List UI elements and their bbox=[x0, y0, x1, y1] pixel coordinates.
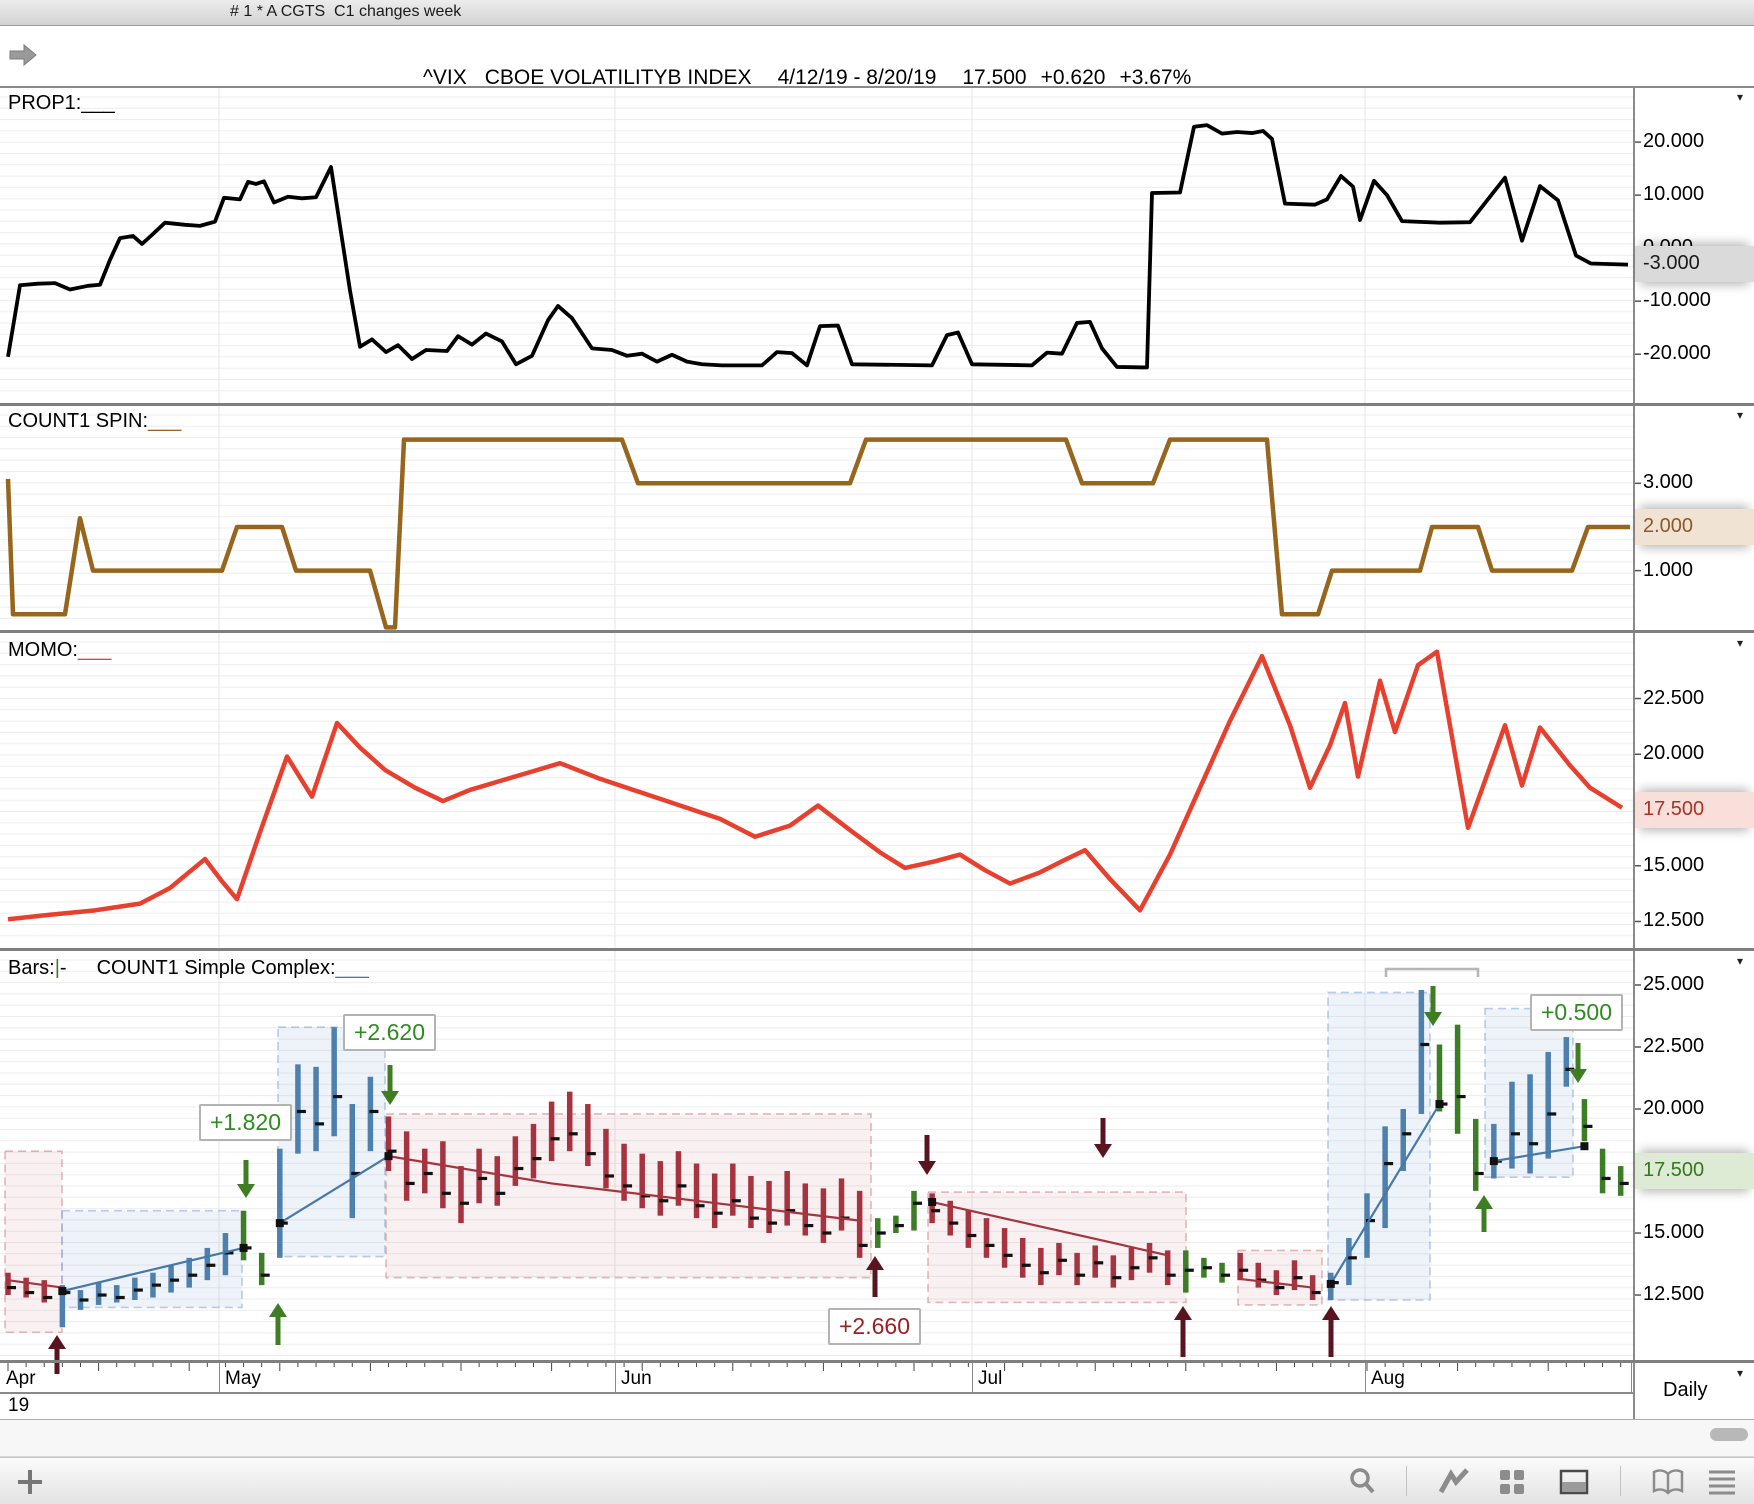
month-separator bbox=[219, 1363, 220, 1392]
panel-label-4: Bars:|- COUNT1 Simple Complex:___ bbox=[8, 957, 369, 980]
axis-tick-label: 20.000 bbox=[1643, 742, 1705, 765]
grid-view-icon[interactable] bbox=[1494, 1464, 1530, 1500]
instrument-header: ^VIX CBOE VOLATILITYB INDEX 4/12/19 - 8/20… bbox=[0, 26, 1754, 89]
panel-divider[interactable] bbox=[0, 403, 1754, 406]
timeframe-label: Daily bbox=[1663, 1379, 1708, 1401]
axis-tick-label: 25.000 bbox=[1643, 972, 1705, 995]
panel-label-text: - bbox=[59, 957, 67, 979]
panel1-dropdown-icon[interactable]: ▾ bbox=[1737, 90, 1743, 104]
axis-highlight-value: 17.500 bbox=[1635, 1153, 1754, 1189]
month-separator bbox=[1365, 1363, 1366, 1392]
date-range: 4/12/19 - 8/20/19 bbox=[777, 66, 937, 89]
price-change-pct: +3.67% bbox=[1119, 66, 1192, 89]
window-title-bar: # 1 * A CGTS C1 changes week bbox=[0, 0, 1754, 26]
month-label: Jun bbox=[621, 1368, 652, 1389]
panel-label-text: ___ bbox=[335, 957, 369, 979]
month-separator bbox=[1631, 1363, 1632, 1392]
axis-tick-label: 12.500 bbox=[1643, 1283, 1705, 1306]
instrument-name: CBOE VOLATILITYB INDEX bbox=[484, 66, 752, 89]
panel-label-text: COUNT1 SPIN: bbox=[8, 410, 149, 432]
signal-annotation: +0.500 bbox=[1530, 994, 1623, 1031]
toolbar-divider bbox=[1620, 1466, 1621, 1496]
month-label: Jul bbox=[978, 1368, 1003, 1389]
axis-tick-label: -10.000 bbox=[1643, 289, 1711, 312]
month-label: Aug bbox=[1371, 1368, 1405, 1389]
panel2-dropdown-icon[interactable]: ▾ bbox=[1737, 408, 1743, 422]
axis-highlight-value: 2.000 bbox=[1635, 508, 1754, 545]
panel-divider[interactable] bbox=[0, 948, 1754, 951]
window-title: # 1 * A CGTS C1 changes week bbox=[230, 3, 462, 20]
axis-highlight-label: -3.000 bbox=[1643, 252, 1700, 275]
chart-plot bbox=[0, 88, 1641, 1374]
symbol: ^VIX bbox=[423, 66, 467, 89]
search-icon[interactable] bbox=[1344, 1464, 1380, 1500]
axis-highlight-label: 2.000 bbox=[1643, 514, 1694, 537]
price-axis-line bbox=[1633, 88, 1635, 1419]
list-icon[interactable] bbox=[1704, 1464, 1740, 1500]
axis-tick-label: 12.500 bbox=[1643, 909, 1705, 932]
app-window: # 1 * A CGTS C1 changes week ^VIX CBOE VO… bbox=[0, 0, 1754, 1504]
axis-highlight-value: -3.000 bbox=[1635, 246, 1754, 283]
panel-divider[interactable] bbox=[0, 630, 1754, 633]
panel-label-text: Bars: bbox=[8, 957, 55, 979]
panel-label-3: MOMO:___ bbox=[8, 639, 111, 662]
bottom-toolbar bbox=[0, 1457, 1754, 1504]
axis-tick-label: 10.000 bbox=[1643, 183, 1705, 206]
toolbar-divider bbox=[1406, 1466, 1407, 1496]
panel-label-2: COUNT1 SPIN:___ bbox=[8, 410, 181, 433]
signal-annotation: +2.660 bbox=[828, 1308, 921, 1345]
axis-tick-label: 1.000 bbox=[1643, 558, 1694, 581]
axis-highlight-label: 17.500 bbox=[1643, 798, 1705, 820]
instrument-summary: ^VIX CBOE VOLATILITYB INDEX 4/12/19 - 8/20… bbox=[388, 42, 1205, 114]
signal-annotation: +2.620 bbox=[343, 1014, 436, 1051]
axis-tick-label: 20.000 bbox=[1643, 130, 1705, 153]
signal-annotation: +1.820 bbox=[199, 1104, 292, 1141]
panel-label-text: ___ bbox=[81, 92, 115, 114]
axis-tick-label: 15.000 bbox=[1643, 1221, 1705, 1244]
scroll-strip bbox=[0, 1420, 1754, 1457]
panel-divider bbox=[0, 1360, 1754, 1363]
scrollbar-thumb[interactable] bbox=[1710, 1428, 1748, 1441]
month-separator bbox=[615, 1363, 616, 1392]
axis-tick-label: 15.000 bbox=[1643, 853, 1705, 876]
axis-tick-label: 22.500 bbox=[1643, 1034, 1705, 1057]
last-price: 17.500 bbox=[962, 66, 1027, 89]
zigzag-chart-icon[interactable] bbox=[1436, 1464, 1472, 1500]
add-plus-icon[interactable] bbox=[12, 1464, 48, 1500]
book-icon[interactable] bbox=[1650, 1464, 1686, 1500]
forward-arrow-icon[interactable] bbox=[8, 40, 38, 70]
panel3-dropdown-icon[interactable]: ▾ bbox=[1737, 636, 1743, 650]
axis-tick-label: 22.500 bbox=[1643, 686, 1705, 709]
split-view-icon[interactable] bbox=[1556, 1464, 1592, 1500]
axis-tick-label: -20.000 bbox=[1643, 342, 1711, 365]
axis-tick-label: 20.000 bbox=[1643, 1097, 1705, 1119]
panel-label-text: MOMO: bbox=[8, 639, 78, 661]
year-label: 19 bbox=[8, 1395, 30, 1416]
axis-tick-label: 3.000 bbox=[1643, 471, 1694, 494]
axis-highlight-label: 17.500 bbox=[1643, 1159, 1705, 1181]
panel4-dropdown-icon[interactable]: ▾ bbox=[1737, 954, 1743, 968]
axis-highlight-value: 17.500 bbox=[1635, 792, 1754, 828]
timeframe-dropdown-icon[interactable]: ▾ bbox=[1737, 1366, 1743, 1380]
month-separator bbox=[972, 1363, 973, 1392]
month-label: May bbox=[225, 1368, 261, 1389]
panel-label-text: PROP1: bbox=[8, 92, 82, 114]
month-label: Apr bbox=[6, 1368, 36, 1389]
panel-label-text: ___ bbox=[148, 410, 182, 432]
panel-label-1: PROP1:___ bbox=[8, 92, 115, 115]
price-change: +0.620 bbox=[1040, 66, 1106, 89]
panel-label-text: COUNT1 Simple Complex: bbox=[96, 957, 336, 979]
month-row-border bbox=[0, 1392, 1633, 1394]
panel-label-text: ___ bbox=[78, 639, 112, 661]
